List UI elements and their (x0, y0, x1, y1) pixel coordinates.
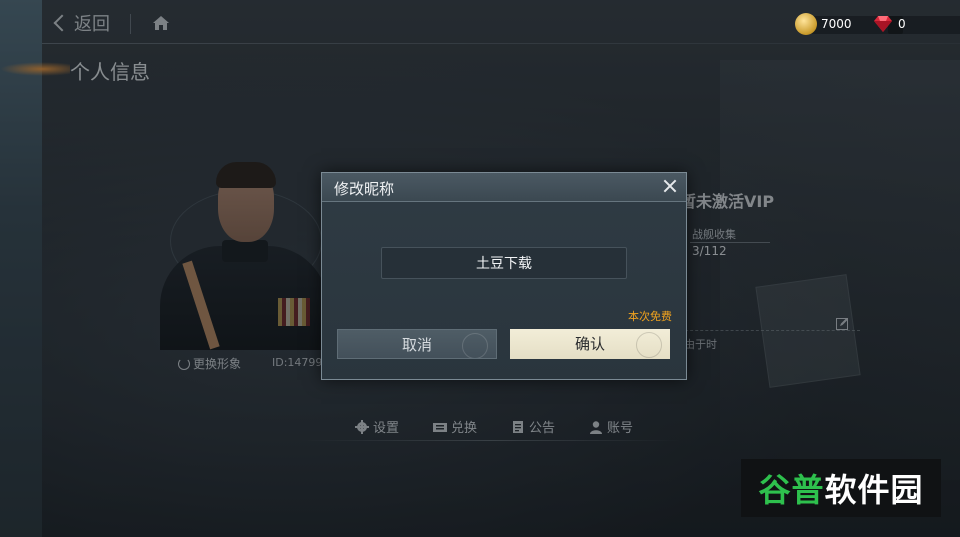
emblem-icon (462, 333, 488, 358)
watermark: 谷普 软件园 (741, 459, 941, 517)
ruby-icon (874, 16, 892, 32)
dialog-header: 修改昵称 (322, 173, 686, 202)
rename-dialog: 修改昵称 本次免费 取消 确认 (321, 172, 687, 380)
free-note: 本次免费 (628, 310, 672, 323)
cancel-button[interactable]: 取消 (337, 329, 497, 359)
coin-icon (795, 13, 817, 35)
close-icon[interactable] (662, 178, 678, 194)
watermark-green-text: 谷普 (758, 471, 825, 509)
confirm-label: 确认 (574, 335, 605, 353)
emblem-icon (636, 332, 662, 358)
coin-value: 7000 (821, 17, 852, 31)
gem-value: 0 (898, 17, 906, 31)
cancel-label: 取消 (401, 336, 432, 354)
dialog-title: 修改昵称 (334, 180, 395, 198)
watermark-white-text: 软件园 (824, 471, 924, 509)
confirm-button[interactable]: 确认 (510, 329, 670, 359)
nickname-input[interactable] (381, 247, 627, 279)
